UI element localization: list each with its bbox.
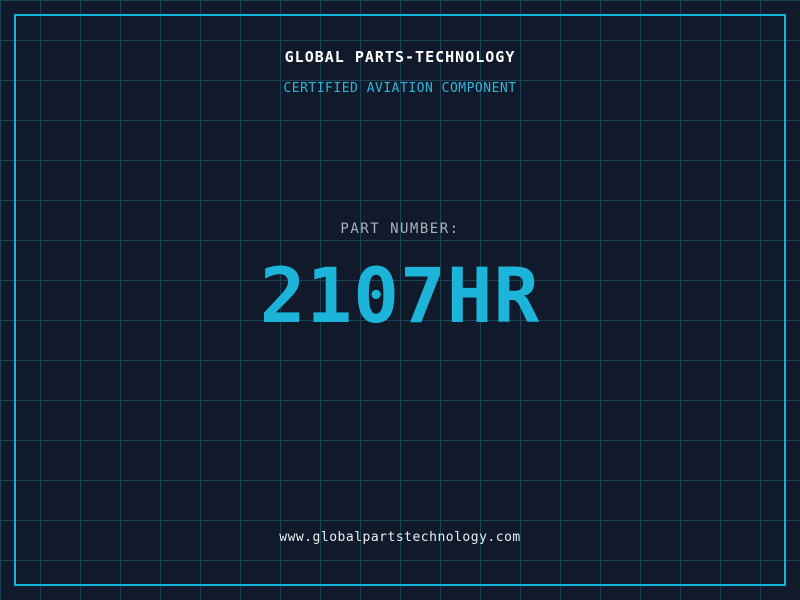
company-title: GLOBAL PARTS-TECHNOLOGY (284, 48, 516, 66)
part-certificate-card: GLOBAL PARTS-TECHNOLOGY CERTIFIED AVIATI… (0, 0, 800, 600)
part-number-label: PART NUMBER: (340, 221, 460, 237)
certification-subtitle: CERTIFIED AVIATION COMPONENT (283, 81, 517, 96)
part-number-value: 2107HR (259, 251, 541, 340)
website-url: www.globalpartstechnology.com (279, 530, 521, 545)
